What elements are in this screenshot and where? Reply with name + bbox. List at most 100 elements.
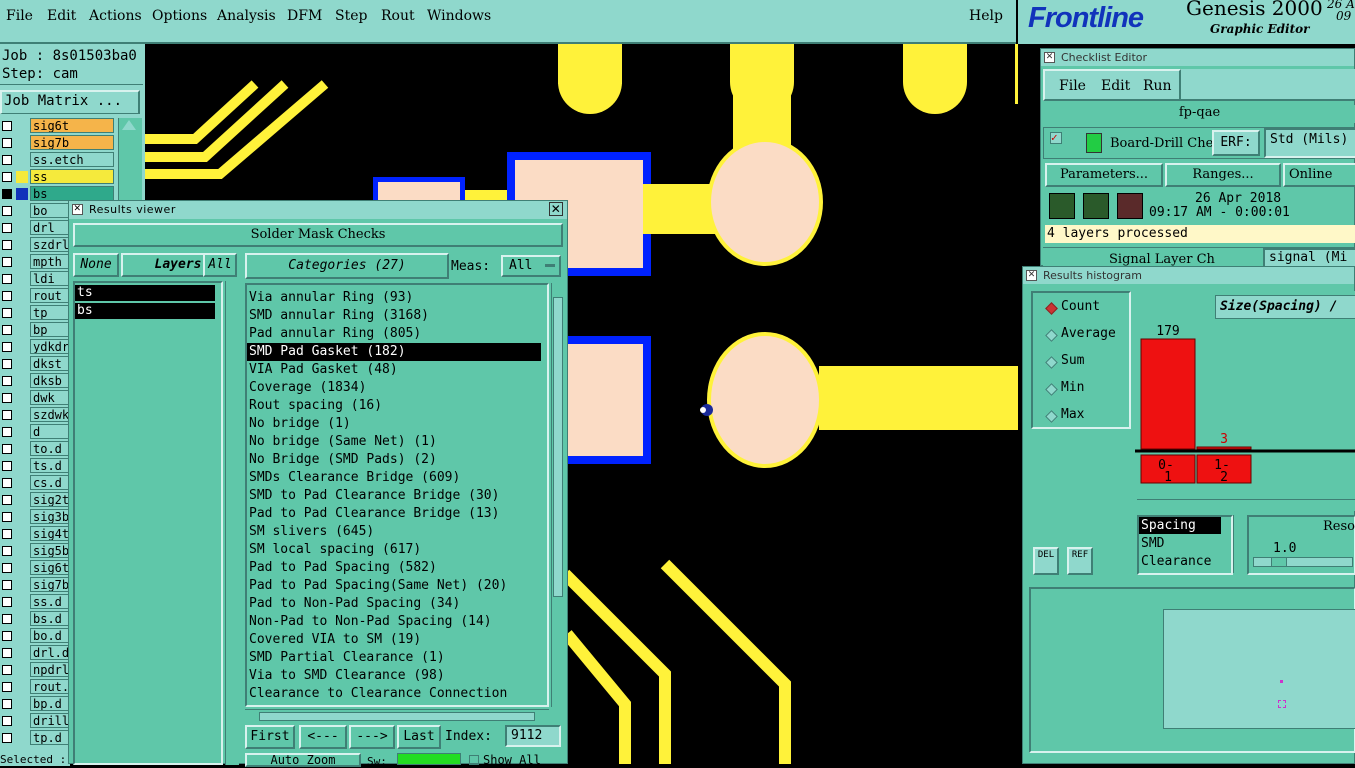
online-button[interactable]: Online xyxy=(1283,163,1355,187)
category-item[interactable]: Covered VIA to SM (19) xyxy=(247,631,421,649)
menu-dfm[interactable]: DFM xyxy=(287,8,322,24)
layer-checkbox[interactable] xyxy=(2,206,12,216)
category-item[interactable]: Non-Pad to Non-Pad Spacing (14) xyxy=(247,613,492,631)
layer-checkbox[interactable] xyxy=(2,291,12,301)
category-item[interactable]: SMD Partial Clearance (1) xyxy=(247,649,445,667)
job-matrix-button[interactable]: Job Matrix ... xyxy=(0,90,140,114)
category-item[interactable]: Pad to Non-Pad Spacing (34) xyxy=(247,595,460,613)
category-item[interactable]: Pad annular Ring (805) xyxy=(247,325,421,343)
layer-checkbox[interactable] xyxy=(2,138,12,148)
category-item[interactable]: Pad to Pad Spacing (582) xyxy=(247,559,437,577)
check-row-signal-layer[interactable]: Signal Layer Ch signal (Mi xyxy=(1043,247,1355,267)
histogram-bar[interactable] xyxy=(1140,338,1196,450)
layer-checkbox[interactable] xyxy=(2,189,12,199)
menu-help[interactable]: Help xyxy=(969,8,1003,24)
category-item[interactable]: VIA Pad Gasket (48) xyxy=(247,361,398,379)
layer-checkbox[interactable] xyxy=(2,512,12,522)
category-item[interactable]: SMD Pad Gasket (182) xyxy=(247,343,541,361)
menu-rout[interactable]: Rout xyxy=(381,8,415,24)
layer-row[interactable]: sig7b xyxy=(0,135,118,151)
category-item[interactable]: Via to SMD Clearance (98) xyxy=(247,667,445,685)
layer-checkbox[interactable] xyxy=(2,359,12,369)
average-radio[interactable] xyxy=(1045,329,1058,342)
close-icon[interactable]: ✕ xyxy=(549,202,563,216)
layer-item-bs[interactable]: bs xyxy=(75,303,215,319)
menu-windows[interactable]: Windows xyxy=(427,8,491,24)
category-item[interactable]: Rout spacing (16) xyxy=(247,397,382,415)
overview-map[interactable] xyxy=(1163,609,1355,729)
first-button[interactable]: First xyxy=(245,725,295,749)
layer-checkbox[interactable] xyxy=(2,240,12,250)
category-item[interactable]: Coverage (1834) xyxy=(247,379,366,397)
window-menu-icon[interactable]: ✕ xyxy=(1026,270,1037,281)
index-field[interactable]: 9112 xyxy=(505,725,561,747)
category-item[interactable]: Pad to Pad Spacing(Same Net) (20) xyxy=(247,577,507,595)
categories-scroll-thumb[interactable] xyxy=(553,297,563,597)
menu-actions[interactable]: Actions xyxy=(89,8,142,24)
count-radio[interactable] xyxy=(1045,302,1058,315)
checklist-editor-titlebar[interactable]: ✕ Checklist Editor xyxy=(1041,49,1354,66)
layer-checkbox[interactable] xyxy=(2,427,12,437)
layer-checkbox[interactable] xyxy=(2,342,12,352)
layer-checkbox[interactable] xyxy=(2,580,12,590)
resolution-slider[interactable] xyxy=(1253,557,1353,567)
category-item[interactable]: No bridge (Same Net) (1) xyxy=(247,433,437,451)
layer-row[interactable]: sig6t xyxy=(0,118,118,134)
check-enabled-checkbox[interactable]: ✓ xyxy=(1050,132,1062,144)
window-menu-icon[interactable]: ✕ xyxy=(1044,52,1055,63)
menu-options[interactable]: Options xyxy=(152,8,207,24)
layer-row[interactable]: ss xyxy=(0,169,118,185)
menu-step[interactable]: Step xyxy=(335,8,367,24)
layer-checkbox[interactable] xyxy=(2,665,12,675)
erf-value[interactable]: Std (Mils) xyxy=(1264,128,1355,158)
erf-button[interactable]: ERF: xyxy=(1212,130,1260,156)
layer-checkbox[interactable] xyxy=(2,716,12,726)
category-item[interactable]: Pad to Pad Clearance Bridge (13) xyxy=(247,505,499,523)
category-item[interactable]: SM slivers (645) xyxy=(247,523,374,541)
max-radio[interactable] xyxy=(1045,410,1058,423)
layer-checkbox[interactable] xyxy=(2,172,12,182)
category-item[interactable]: SM local spacing (617) xyxy=(247,541,421,559)
last-button[interactable]: Last xyxy=(397,725,441,749)
layer-checkbox[interactable] xyxy=(2,308,12,318)
category-item[interactable]: SMD annular Ring (3168) xyxy=(247,307,429,325)
erf2-value[interactable]: signal (Mi xyxy=(1263,248,1355,267)
layer-checkbox[interactable] xyxy=(2,529,12,539)
category-item[interactable]: Clearance to Clearance Connection xyxy=(247,685,507,703)
run-icon[interactable] xyxy=(1049,193,1075,219)
layer-checkbox[interactable] xyxy=(2,495,12,505)
layer-checkbox[interactable] xyxy=(2,546,12,556)
categories-button[interactable]: Categories (27) xyxy=(245,253,449,279)
prev-button[interactable]: <--- xyxy=(299,725,347,749)
hist-list-scrollbar[interactable] xyxy=(1233,515,1245,573)
histogram-bar[interactable] xyxy=(1196,446,1252,450)
hist-list-clearance[interactable]: Clearance xyxy=(1139,553,1211,570)
layer-checkbox[interactable] xyxy=(2,393,12,403)
layer-checkbox[interactable] xyxy=(2,410,12,420)
layer-checkbox[interactable] xyxy=(2,461,12,471)
menu-analysis[interactable]: Analysis xyxy=(217,8,276,24)
ranges-button[interactable]: Ranges... xyxy=(1165,163,1281,187)
parameters-button[interactable]: Parameters... xyxy=(1045,163,1163,187)
results-histogram-titlebar[interactable]: ✕ Results histogram xyxy=(1023,267,1354,284)
layer-checkbox[interactable] xyxy=(2,682,12,692)
category-item[interactable]: No bridge (1) xyxy=(247,415,351,433)
layer-checkbox[interactable] xyxy=(2,614,12,624)
auto-zoom-dropdown[interactable]: Auto Zoom xyxy=(245,753,361,767)
layer-checkbox[interactable] xyxy=(2,699,12,709)
scroll-up-icon[interactable] xyxy=(122,120,136,130)
category-item[interactable]: SMDs Clearance Bridge (609) xyxy=(247,469,460,487)
layer-checkbox[interactable] xyxy=(2,733,12,743)
ce-menu-file[interactable]: File xyxy=(1059,78,1086,94)
sum-radio[interactable] xyxy=(1045,356,1058,369)
layer-checkbox[interactable] xyxy=(2,563,12,573)
layer-checkbox[interactable] xyxy=(2,376,12,386)
results-viewer-titlebar[interactable]: ✕ Results viewer ✕ xyxy=(69,201,567,219)
category-item[interactable]: SMD to Pad Clearance Bridge (30) xyxy=(247,487,499,505)
layer-checkbox[interactable] xyxy=(2,223,12,233)
none-button[interactable]: None xyxy=(73,253,119,277)
all-button[interactable]: All xyxy=(203,253,237,277)
min-radio[interactable] xyxy=(1045,383,1058,396)
meas-dropdown[interactable]: All xyxy=(501,255,561,277)
window-menu-icon[interactable]: ✕ xyxy=(72,204,83,215)
